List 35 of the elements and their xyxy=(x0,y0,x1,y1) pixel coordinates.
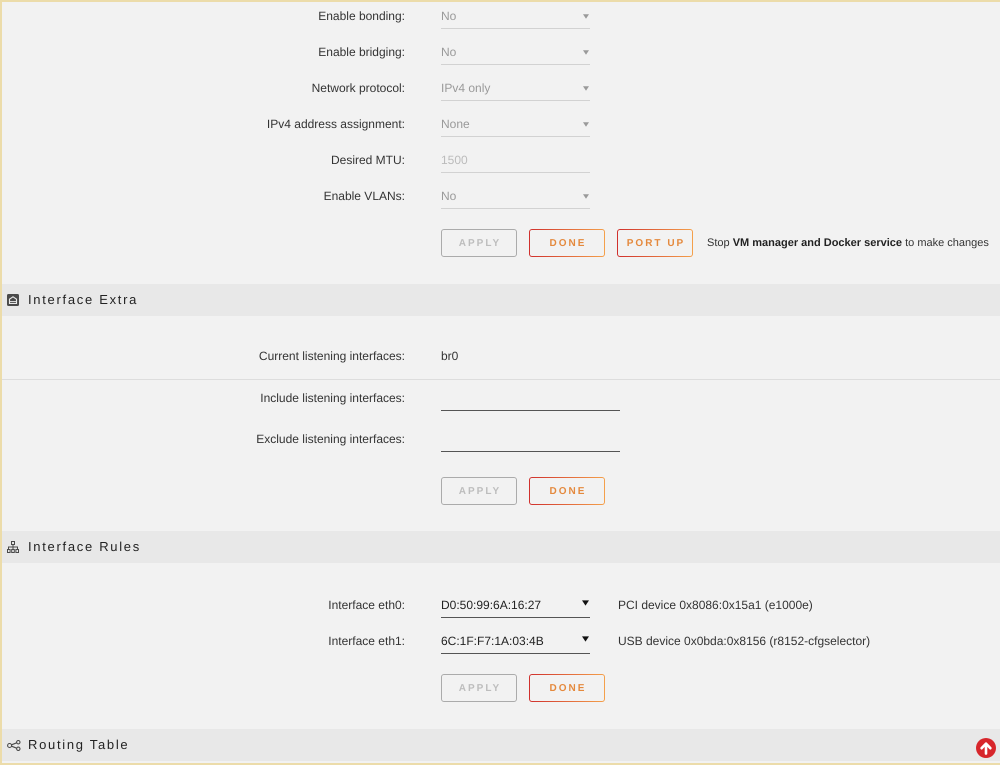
field-label: Network protocol: xyxy=(310,80,405,97)
section-title: Routing Table xyxy=(28,737,130,753)
caret-icon xyxy=(582,636,589,642)
caret-icon xyxy=(583,86,589,91)
sitemap-icon xyxy=(7,541,19,553)
select-field[interactable]: D0:50:99:6A:16:27 xyxy=(441,593,590,618)
caret-icon xyxy=(583,14,589,19)
select-field[interactable]: 6C:1F:F7:1A:03:4B xyxy=(441,629,590,654)
field-label: Desired MTU: xyxy=(330,152,405,169)
field-label: Enable bridging: xyxy=(317,44,405,61)
share-nodes-icon xyxy=(7,740,21,750)
action-button[interactable]: PORT UP xyxy=(617,229,693,257)
scroll-up-icon[interactable] xyxy=(976,738,996,758)
field-label: IPv4 address assignment: xyxy=(266,116,405,133)
field-label: Interface eth0: xyxy=(327,597,405,614)
caret-icon xyxy=(583,194,589,199)
action-button[interactable]: DONE xyxy=(529,477,605,505)
field-label: Interface eth1: xyxy=(327,633,405,650)
action-button[interactable]: DONE xyxy=(529,229,605,257)
caret-icon xyxy=(583,122,589,127)
caret-icon xyxy=(583,50,589,55)
section-title: Interface Rules xyxy=(28,539,141,555)
field-label: Exclude listening interfaces: xyxy=(255,431,405,448)
caret-icon xyxy=(582,600,589,606)
home-square-icon xyxy=(7,294,19,306)
action-button[interactable]: DONE xyxy=(529,674,605,702)
field-label: Enable VLANs: xyxy=(322,188,405,205)
field-label: Current listening interfaces: xyxy=(258,348,405,365)
field-label: Enable bonding: xyxy=(317,8,405,25)
field-value: br0 xyxy=(441,348,458,365)
device-description: PCI device 0x8086:0x15a1 (e1000e) xyxy=(618,597,813,614)
section-title: Interface Extra xyxy=(28,292,138,308)
field-label: Include listening interfaces: xyxy=(259,390,405,407)
device-description: USB device 0x0bda:0x8156 (r8152-cfgselector) xyxy=(618,633,870,650)
notice-text: Stop VM manager and Docker service to make changes xyxy=(707,236,989,251)
